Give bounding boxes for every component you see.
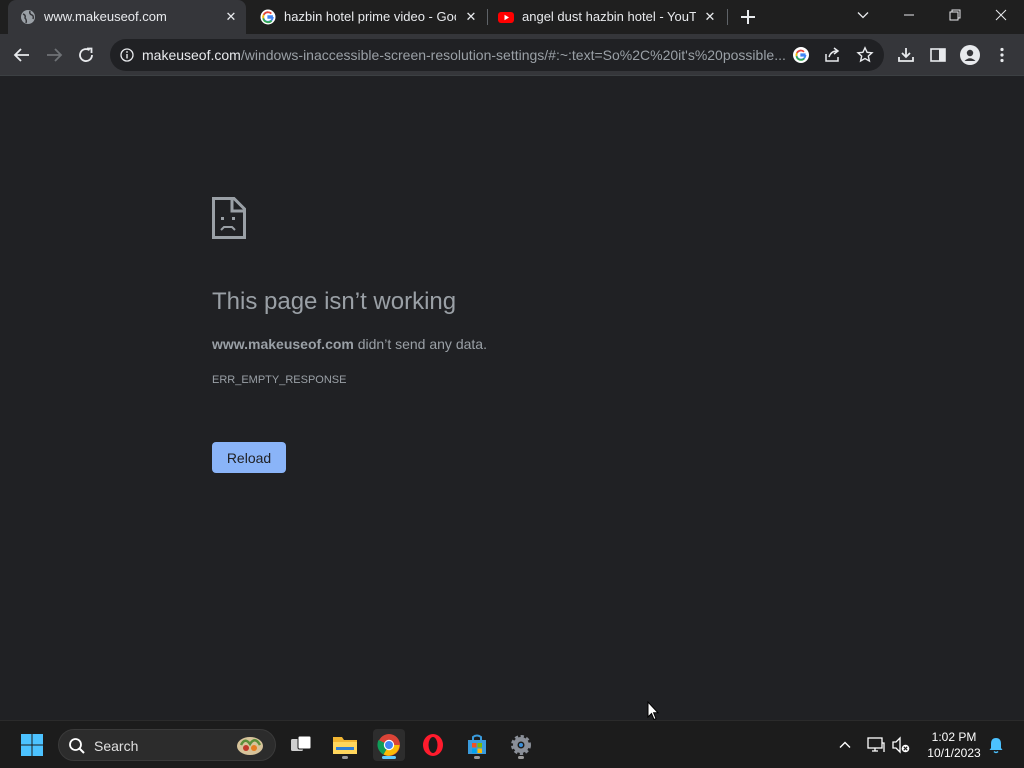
error-host: www.makeuseof.com: [212, 336, 354, 352]
tab-title: hazbin hotel prime video - Goog: [284, 9, 456, 24]
share-icon: [825, 47, 840, 62]
downloads-button[interactable]: [894, 43, 918, 67]
share-button[interactable]: [824, 46, 842, 64]
google-lens-button[interactable]: [792, 46, 810, 64]
info-icon[interactable]: [120, 48, 134, 62]
menu-button[interactable]: [990, 43, 1014, 67]
tab-makeuseof[interactable]: www.makeuseof.com ✕: [8, 0, 246, 34]
clock-date: 10/1/2023: [927, 746, 981, 760]
url-text[interactable]: makeuseof.com/windows-inaccessible-scree…: [142, 47, 792, 63]
search-label: Search: [94, 738, 139, 754]
mouse-cursor-icon: [647, 701, 659, 721]
search-icon: [69, 738, 85, 754]
tab-close-icon[interactable]: ✕: [222, 8, 240, 26]
google-icon: [793, 47, 809, 63]
browser-toolbar: makeuseof.com/windows-inaccessible-scree…: [0, 34, 1024, 76]
network-status[interactable]: [866, 735, 886, 755]
restore-button[interactable]: [932, 0, 978, 30]
error-title: This page isn’t working: [212, 288, 457, 315]
sad-page-icon: [212, 197, 246, 239]
restore-icon: [949, 9, 961, 21]
minimize-button[interactable]: [886, 0, 932, 30]
profile-button[interactable]: [958, 43, 982, 67]
tab-close-icon[interactable]: ✕: [701, 8, 719, 26]
address-bar[interactable]: makeuseof.com/windows-inaccessible-scree…: [110, 39, 884, 71]
tab-strip: www.makeuseof.com ✕ hazbin hotel prime v…: [0, 0, 1024, 34]
tab-search-button[interactable]: [840, 0, 886, 30]
url-host: makeuseof.com: [142, 47, 241, 63]
running-indicator: [382, 756, 396, 759]
chrome-icon: [377, 734, 400, 756]
globe-icon: [21, 10, 35, 24]
store-icon: [468, 734, 486, 754]
error-message-text: didn’t send any data.: [353, 336, 487, 352]
more-vertical-icon: [1000, 47, 1004, 63]
windows-logo-icon: [21, 734, 43, 756]
tab-separator: [727, 9, 728, 25]
show-hidden-icons-button[interactable]: [835, 735, 855, 755]
running-indicator: [474, 756, 480, 759]
search-highlight-icon: [237, 737, 263, 755]
network-icon: [867, 737, 885, 752]
volume-muted-icon: [892, 736, 910, 754]
back-button[interactable]: [10, 43, 34, 67]
opera-icon: [423, 734, 443, 756]
minimize-icon: [904, 14, 914, 16]
error-code: ERR_EMPTY_RESPONSE: [212, 374, 347, 386]
bookmark-button[interactable]: [856, 46, 874, 64]
running-indicator: [518, 756, 524, 759]
close-window-button[interactable]: [978, 0, 1024, 30]
refresh-icon: [79, 47, 93, 62]
chrome-button[interactable]: [373, 729, 405, 761]
star-icon: [856, 46, 874, 63]
bell-icon: [989, 738, 1003, 754]
task-view-icon: [291, 735, 312, 751]
url-path: /windows-inaccessible-screen-resolution-…: [240, 47, 786, 63]
notifications-button[interactable]: [986, 735, 1006, 755]
clock-time: 1:02 PM: [931, 730, 977, 744]
settings-button[interactable]: [505, 729, 537, 761]
new-tab-button[interactable]: [736, 5, 760, 29]
start-button[interactable]: [16, 729, 48, 761]
error-message: www.makeuseof.com didn’t send any data.: [212, 335, 487, 353]
arrow-right-icon: [47, 48, 63, 62]
taskbar-clock[interactable]: 1:02 PM 10/1/2023: [918, 729, 990, 761]
task-view-button[interactable]: [285, 729, 317, 761]
folder-icon: [333, 737, 357, 754]
google-icon: [260, 9, 276, 25]
volume-status[interactable]: [891, 735, 911, 755]
side-panel-icon: [930, 48, 946, 62]
close-icon: [995, 9, 1007, 21]
taskbar: Search 1:02 PM 10/1/2023: [0, 720, 1024, 768]
forward-button[interactable]: [42, 43, 66, 67]
youtube-icon: [498, 12, 514, 23]
tab-title: www.makeuseof.com: [44, 9, 167, 24]
tab-title: angel dust hazbin hotel - YouTub: [522, 9, 696, 24]
reload-toolbar-button[interactable]: [74, 43, 98, 67]
file-explorer-button[interactable]: [329, 729, 361, 761]
gear-icon: [511, 735, 531, 755]
arrow-left-icon: [13, 48, 29, 62]
avatar: [960, 45, 980, 65]
chevron-down-icon: [857, 12, 869, 19]
page-content: This page isn’t working www.makeuseof.co…: [0, 77, 1024, 720]
tab-close-icon[interactable]: ✕: [462, 8, 480, 26]
tab-youtube[interactable]: angel dust hazbin hotel - YouTub ✕: [488, 0, 726, 34]
running-indicator: [342, 756, 348, 759]
plus-icon: [741, 10, 755, 24]
tab-google-search[interactable]: hazbin hotel prime video - Goog ✕: [248, 0, 486, 34]
taskbar-search[interactable]: Search: [58, 729, 276, 761]
download-icon: [898, 48, 914, 62]
chevron-up-icon: [839, 741, 851, 748]
microsoft-store-button[interactable]: [461, 729, 493, 761]
reload-button[interactable]: Reload: [212, 442, 286, 473]
opera-button[interactable]: [417, 729, 449, 761]
side-panel-button[interactable]: [926, 43, 950, 67]
